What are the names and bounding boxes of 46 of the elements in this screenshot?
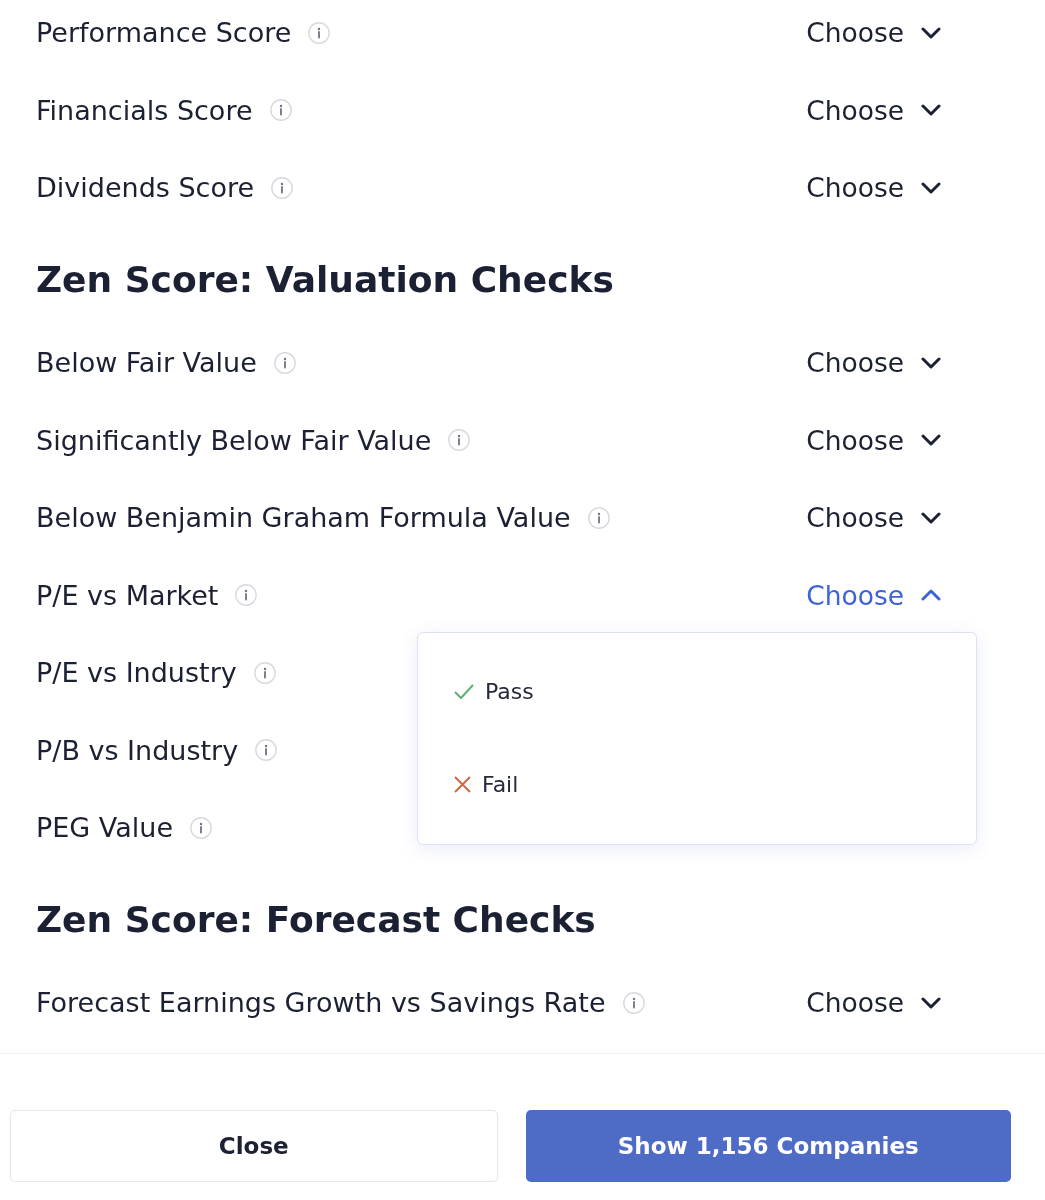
chevron-down-icon [921, 356, 941, 369]
info-icon[interactable] [235, 584, 258, 607]
filter-label: P/E vs Industry [36, 657, 237, 689]
filter-label: Below Fair Value [36, 347, 257, 379]
chevron-down-icon [921, 996, 941, 1009]
info-icon[interactable] [308, 21, 331, 44]
filter-label: PEG Value [36, 812, 173, 844]
cross-icon [454, 776, 471, 793]
choose-dropdown[interactable]: Choose [806, 579, 941, 611]
chevron-down-icon [921, 104, 941, 117]
choose-dropdown[interactable]: Choose [806, 502, 941, 534]
choose-dropdown[interactable]: Choose [806, 94, 941, 126]
info-icon[interactable] [271, 176, 294, 199]
choose-dropdown[interactable]: Choose [806, 424, 941, 456]
show-results-button[interactable]: Show 1,156 Companies [525, 1109, 1011, 1182]
close-button[interactable]: Close [10, 1109, 498, 1182]
filter-label: Performance Score [36, 17, 292, 49]
filter-label: P/E vs Market [36, 579, 219, 611]
chevron-down-icon [921, 181, 941, 194]
filter-label: Financials Score [36, 94, 253, 126]
info-icon[interactable] [253, 661, 276, 684]
choose-dropdown[interactable]: Choose [806, 17, 941, 49]
info-icon[interactable] [448, 429, 471, 452]
choose-dropdown[interactable]: Choose [806, 172, 941, 204]
info-icon[interactable] [587, 506, 610, 529]
info-icon[interactable] [273, 351, 296, 374]
check-icon [454, 684, 474, 699]
info-icon[interactable] [269, 99, 292, 122]
section-heading: Zen Score: Forecast Checks [36, 897, 597, 942]
choose-dropdown[interactable]: Choose [806, 347, 941, 379]
filter-label: Significantly Below Fair Value [36, 424, 432, 456]
chevron-down-icon [921, 26, 941, 39]
chevron-up-icon [921, 589, 941, 602]
info-icon[interactable] [190, 816, 212, 839]
menu-option[interactable]: Pass [418, 645, 976, 738]
filter-label: Dividends Score [36, 172, 255, 204]
info-icon[interactable] [255, 739, 278, 762]
info-icon[interactable] [622, 991, 645, 1014]
chevron-down-icon [921, 434, 941, 447]
filter-label: P/B vs Industry [36, 734, 239, 766]
choose-dropdown[interactable]: Choose [806, 987, 941, 1019]
menu-option[interactable]: Fail [418, 738, 976, 831]
filter-label: Forecast Earnings Growth vs Savings Rate [36, 987, 606, 1019]
chevron-down-icon [921, 511, 941, 524]
section-heading: Zen Score: Valuation Checks [36, 257, 615, 302]
filter-label: Below Benjamin Graham Formula Value [36, 502, 571, 534]
